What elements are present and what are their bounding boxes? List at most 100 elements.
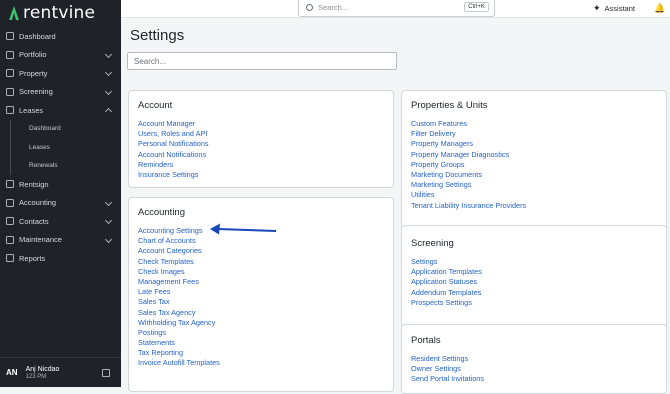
card-title: Screening [411,238,454,249]
screening-card: Screening Settings Application Templates… [401,225,667,335]
link-management-fees[interactable]: Management Fees [138,277,220,287]
sidebar-subitem-label: Leases [29,143,50,151]
link-owner-settings[interactable]: Owner Settings [411,364,484,374]
link-application-templates[interactable]: Application Templates [411,267,482,277]
link-sales-tax-agency[interactable]: Sales Tax Agency [138,308,220,318]
global-search-placeholder: Search... [318,3,349,12]
link-tenant-liability-insurance-providers[interactable]: Tenant Liability Insurance Providers [411,201,526,211]
link-addendum-templates[interactable]: Addendum Templates [411,288,482,298]
link-marketing-documents[interactable]: Marketing Documents [411,170,526,180]
properties-links: Custom Features Filter Delivery Property… [411,119,526,211]
sidebar-subitem-leases[interactable]: Leases [10,138,121,157]
link-filter-delivery[interactable]: Filter Delivery [411,129,526,139]
page-title: Settings [130,27,185,44]
account-card: Account Account Manager Users, Roles and… [128,90,394,188]
sidebar-nav: Dashboard Portfolio Property Screening L… [0,27,121,268]
card-title: Accounting [138,207,186,218]
link-sales-tax[interactable]: Sales Tax [138,297,220,307]
annotation-arrow-icon [210,223,277,235]
main-content: Settings Search... Account Account Manag… [121,19,670,394]
logo-text: rentvine [23,3,96,23]
link-chart-of-accounts[interactable]: Chart of Accounts [138,236,220,246]
search-icon [306,4,313,11]
chevron-down-icon [104,216,113,225]
sidebar-item-rentsign[interactable]: Rentsign [0,175,121,194]
link-marketing-settings[interactable]: Marketing Settings [411,180,526,190]
link-late-fees[interactable]: Late Fees [138,287,220,297]
link-screening-settings[interactable]: Settings [411,257,482,267]
maintenance-icon [6,235,14,244]
portals-card: Portals Resident Settings Owner Settings… [401,324,667,394]
settings-search-input[interactable]: Search... [127,52,397,70]
sidebar-item-label: Leases [19,105,44,115]
top-bar: Search... Ctrl+K ✦ Assistant 🔔 [121,0,670,18]
link-invoice-autofill-templates[interactable]: Invoice Autofill Templates [138,358,220,368]
link-insurance-settings[interactable]: Insurance Settings [138,170,209,180]
sidebar-item-label: Accounting [19,198,57,208]
sidebar-item-contacts[interactable]: Contacts [0,212,121,231]
chevron-down-icon [104,68,113,77]
sidebar-subitem-label: Renewals [29,162,58,170]
sidebar-item-property[interactable]: Property [0,64,121,83]
contacts-icon [6,217,14,226]
link-check-templates[interactable]: Check Templates [138,257,220,267]
rentvine-logo-icon [9,6,19,20]
user-profile[interactable]: AN Anj Nicdao 123 PM [0,357,121,387]
link-reminders[interactable]: Reminders [138,160,209,170]
link-send-portal-invitations[interactable]: Send Portal Invitations [411,374,484,384]
link-postings[interactable]: Postings [138,328,220,338]
sidebar-item-label: Reports [19,253,46,263]
link-prospects-settings[interactable]: Prospects Settings [411,298,482,308]
link-withholding-tax-agency[interactable]: Withholding Tax Agency [138,318,220,328]
card-title: Properties & Units [411,100,488,111]
link-account-manager[interactable]: Account Manager [138,119,209,129]
link-application-statuses[interactable]: Application Statuses [411,277,482,287]
sparkle-icon: ✦ [593,3,601,13]
screening-links: Settings Application Templates Applicati… [411,257,482,308]
screening-icon [6,87,14,96]
sidebar-item-dashboard[interactable]: Dashboard [0,27,121,46]
sidebar-item-portfolio[interactable]: Portfolio [0,46,121,65]
portals-links: Resident Settings Owner Settings Send Po… [411,354,484,385]
sidebar-item-reports[interactable]: Reports [0,249,121,268]
chevron-down-icon [104,50,113,58]
global-search[interactable]: Search... Ctrl+K [298,0,495,17]
link-property-manager-diagnostics[interactable]: Property Manager Diagnostics [411,150,526,160]
reports-icon [6,254,14,263]
sidebar-subitem-leases-dashboard[interactable]: Dashboard [10,119,121,138]
bell-icon[interactable]: 🔔 [654,3,665,14]
link-statements[interactable]: Statements [138,338,220,348]
sidebar-item-label: Property [19,68,48,78]
sidebar-subitem-renewals[interactable]: Renewals [10,156,121,175]
property-icon [6,69,14,78]
link-users-roles-api[interactable]: Users, Roles and API [138,129,209,139]
sidebar-subitem-label: Dashboard [29,125,61,133]
link-property-managers[interactable]: Property Managers [411,139,526,149]
sidebar-item-accounting[interactable]: Accounting [0,194,121,213]
link-property-groups[interactable]: Property Groups [411,160,526,170]
link-tax-reporting[interactable]: Tax Reporting [138,348,220,358]
link-resident-settings[interactable]: Resident Settings [411,354,484,364]
user-info: Anj Nicdao 123 PM [26,365,60,380]
link-check-images[interactable]: Check Images [138,267,220,277]
sidebar-item-screening[interactable]: Screening [0,83,121,102]
link-account-categories[interactable]: Account Categories [138,246,220,256]
link-accounting-settings[interactable]: Accounting Settings [138,226,220,236]
rentvine-logo[interactable]: rentvine [8,2,95,24]
properties-units-card: Properties & Units Custom Features Filte… [401,90,667,237]
leases-icon [6,106,14,115]
link-custom-features[interactable]: Custom Features [411,119,526,129]
assistant-label: Assistant [604,4,635,13]
sidebar-item-leases[interactable]: Leases [0,101,121,120]
collapse-sidebar-icon[interactable] [102,369,110,377]
chevron-down-icon [104,87,113,95]
card-title: Portals [411,335,441,346]
user-name: Anj Nicdao [25,366,60,373]
user-time: 123 PM [25,374,47,380]
sidebar-item-maintenance[interactable]: Maintenance [0,231,121,250]
link-account-notifications[interactable]: Account Notifications [138,150,209,160]
link-utilities[interactable]: Utilities [411,190,526,200]
sidebar-item-label: Screening [19,87,53,97]
assistant-button[interactable]: ✦ Assistant [593,3,635,14]
link-personal-notifications[interactable]: Personal Notifications [138,139,209,149]
